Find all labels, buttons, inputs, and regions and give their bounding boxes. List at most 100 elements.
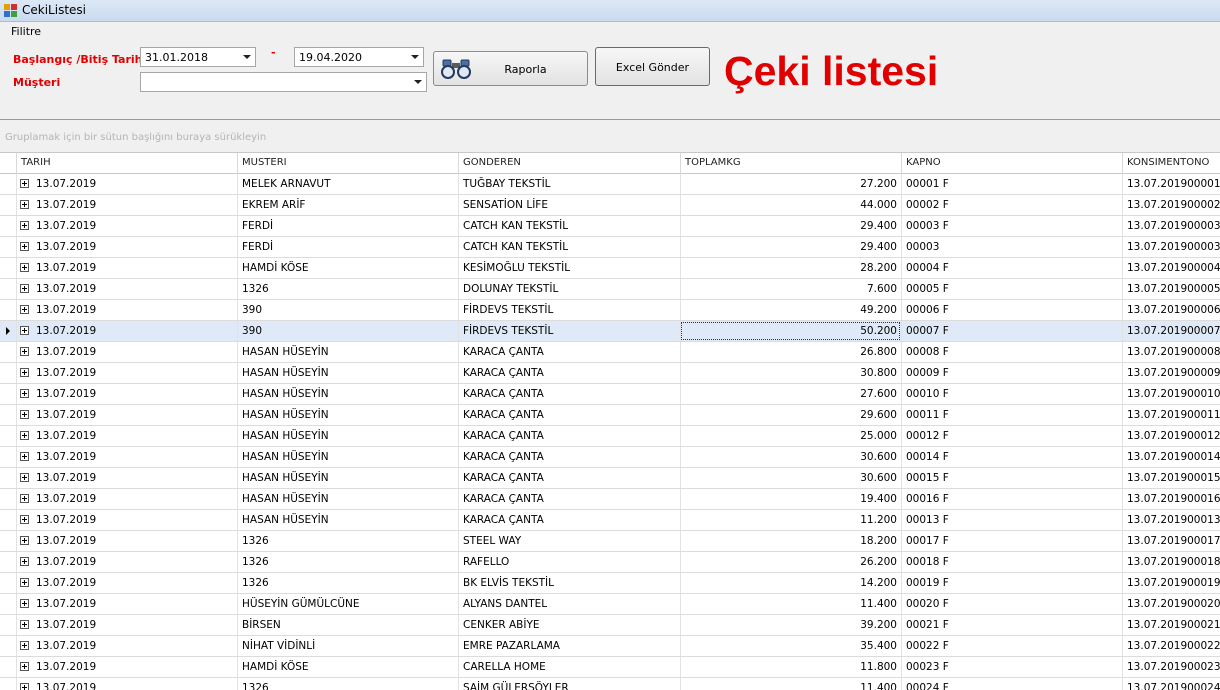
expand-plus-icon[interactable] <box>20 368 29 377</box>
cell-tarih[interactable]: 13.07.2019 <box>16 573 237 593</box>
cell-gonderen[interactable]: FİRDEVS TEKSTİL <box>458 300 680 320</box>
cell-gonderen[interactable]: CARELLA HOME <box>458 657 680 677</box>
row-indicator[interactable] <box>0 678 16 690</box>
row-indicator[interactable] <box>0 447 16 467</box>
expand-plus-icon[interactable] <box>20 410 29 419</box>
expand-plus-icon[interactable] <box>20 242 29 251</box>
row-indicator[interactable] <box>0 489 16 509</box>
expand-plus-icon[interactable] <box>20 431 29 440</box>
chevron-down-icon[interactable] <box>243 55 251 59</box>
cell-musteri[interactable]: MELEK ARNAVUT <box>237 174 458 194</box>
cell-tarih[interactable]: 13.07.2019 <box>16 237 237 257</box>
row-indicator[interactable] <box>0 405 16 425</box>
cell-toplamkg[interactable]: 30.600 <box>680 468 901 488</box>
cell-toplamkg[interactable]: 29.400 <box>680 237 901 257</box>
expand-plus-icon[interactable] <box>20 494 29 503</box>
table-row[interactable]: 13.07.2019 HASAN HÜSEYİN KARACA ÇANTA 25.00… <box>0 426 1220 447</box>
cell-gonderen[interactable]: KARACA ÇANTA <box>458 510 680 530</box>
expand-plus-icon[interactable] <box>20 326 29 335</box>
expand-plus-icon[interactable] <box>20 620 29 629</box>
row-indicator[interactable] <box>0 531 16 551</box>
cell-kapno[interactable]: 00010 F <box>901 384 1122 404</box>
cell-gonderen[interactable]: CATCH KAN TEKSTİL <box>458 237 680 257</box>
cell-tarih[interactable]: 13.07.2019 <box>16 258 237 278</box>
table-row[interactable]: 13.07.2019 FERDİ CATCH KAN TEKSTİL 29.400 00… <box>0 216 1220 237</box>
cell-musteri[interactable]: 1326 <box>237 573 458 593</box>
cell-konsimentono[interactable]: 13.07.201900010 <box>1122 384 1220 404</box>
cell-toplamkg[interactable]: 49.200 <box>680 300 901 320</box>
cell-toplamkg[interactable]: 35.400 <box>680 636 901 656</box>
column-header-gonderen[interactable]: GONDEREN <box>458 153 680 174</box>
table-row[interactable]: 13.07.2019 HASAN HÜSEYİN KARACA ÇANTA 30.60… <box>0 468 1220 489</box>
cell-toplamkg[interactable]: 27.200 <box>680 174 901 194</box>
cell-gonderen[interactable]: KARACA ÇANTA <box>458 489 680 509</box>
row-indicator[interactable] <box>0 636 16 656</box>
cell-gonderen[interactable]: TUĞBAY TEKSTİL <box>458 174 680 194</box>
cell-konsimentono[interactable]: 13.07.201900017 <box>1122 531 1220 551</box>
cell-musteri[interactable]: HASAN HÜSEYİN <box>237 426 458 446</box>
cell-kapno[interactable]: 00003 <box>901 237 1122 257</box>
cell-musteri[interactable]: 1326 <box>237 678 458 690</box>
table-row[interactable]: 13.07.2019 HASAN HÜSEYİN KARACA ÇANTA 19.40… <box>0 489 1220 510</box>
cell-kapno[interactable]: 00024 F <box>901 678 1122 690</box>
cell-tarih[interactable]: 13.07.2019 <box>16 636 237 656</box>
cell-tarih[interactable]: 13.07.2019 <box>16 426 237 446</box>
row-indicator[interactable] <box>0 468 16 488</box>
table-row[interactable]: 13.07.2019 HAMDİ KÖSE KESİMOĞLU TEKSTİL 28.… <box>0 258 1220 279</box>
cell-kapno[interactable]: 00017 F <box>901 531 1122 551</box>
cell-konsimentono[interactable]: 13.07.201900022 <box>1122 636 1220 656</box>
table-row[interactable]: 13.07.2019 HASAN HÜSEYİN KARACA ÇANTA 30.80… <box>0 363 1220 384</box>
cell-gonderen[interactable]: ALYANS DANTEL <box>458 594 680 614</box>
cell-toplamkg[interactable]: 7.600 <box>680 279 901 299</box>
expand-plus-icon[interactable] <box>20 578 29 587</box>
cell-musteri[interactable]: 1326 <box>237 279 458 299</box>
cell-kapno[interactable]: 00008 F <box>901 342 1122 362</box>
cell-tarih[interactable]: 13.07.2019 <box>16 405 237 425</box>
cell-musteri[interactable]: FERDİ <box>237 216 458 236</box>
table-row[interactable]: 13.07.2019 390 FİRDEVS TEKSTİL 49.200 00006 … <box>0 300 1220 321</box>
cell-kapno[interactable]: 00002 F <box>901 195 1122 215</box>
customer-select[interactable] <box>140 72 427 92</box>
cell-tarih[interactable]: 13.07.2019 <box>16 363 237 383</box>
table-row[interactable]: 13.07.2019 HASAN HÜSEYİN KARACA ÇANTA 11.20… <box>0 510 1220 531</box>
cell-konsimentono[interactable]: 13.07.201900016 <box>1122 489 1220 509</box>
table-row[interactable]: 13.07.2019 1326 SAİM GÜLERSÖYLER 11.400 0002… <box>0 678 1220 690</box>
cell-konsimentono[interactable]: 13.07.201900011 <box>1122 405 1220 425</box>
cell-tarih[interactable]: 13.07.2019 <box>16 489 237 509</box>
row-indicator[interactable] <box>0 594 16 614</box>
table-row[interactable]: 13.07.2019 BİRSEN CENKER ABİYE 39.200 00021 … <box>0 615 1220 636</box>
cell-gonderen[interactable]: STEEL WAY <box>458 531 680 551</box>
cell-tarih[interactable]: 13.07.2019 <box>16 510 237 530</box>
cell-tarih[interactable]: 13.07.2019 <box>16 657 237 677</box>
table-row[interactable]: 13.07.2019 1326 RAFELLO 26.200 00018 F 13.07.… <box>0 552 1220 573</box>
row-indicator[interactable] <box>0 657 16 677</box>
cell-toplamkg[interactable]: 11.200 <box>680 510 901 530</box>
row-indicator[interactable] <box>0 279 16 299</box>
expand-plus-icon[interactable] <box>20 683 29 690</box>
expand-plus-icon[interactable] <box>20 515 29 524</box>
cell-gonderen[interactable]: KARACA ÇANTA <box>458 384 680 404</box>
menu-filitre[interactable]: Filitre <box>11 25 41 38</box>
cell-kapno[interactable]: 00014 F <box>901 447 1122 467</box>
row-indicator[interactable] <box>0 300 16 320</box>
cell-kapno[interactable]: 00013 F <box>901 510 1122 530</box>
row-indicator[interactable] <box>0 384 16 404</box>
cell-konsimentono[interactable]: 13.07.201900003 <box>1122 237 1220 257</box>
cell-toplamkg[interactable]: 29.400 <box>680 216 901 236</box>
cell-toplamkg[interactable]: 11.800 <box>680 657 901 677</box>
expand-plus-icon[interactable] <box>20 221 29 230</box>
cell-konsimentono[interactable]: 13.07.201900004 <box>1122 258 1220 278</box>
table-row[interactable]: 13.07.2019 1326 BK ELVİS TEKSTİL 14.200 0001… <box>0 573 1220 594</box>
table-row[interactable]: 13.07.2019 1326 STEEL WAY 18.200 00017 F 13.0… <box>0 531 1220 552</box>
cell-kapno[interactable]: 00011 F <box>901 405 1122 425</box>
cell-konsimentono[interactable]: 13.07.201900024 <box>1122 678 1220 690</box>
cell-tarih[interactable]: 13.07.2019 <box>16 384 237 404</box>
cell-toplamkg[interactable]: 30.800 <box>680 363 901 383</box>
cell-gonderen[interactable]: KARACA ÇANTA <box>458 426 680 446</box>
expand-plus-icon[interactable] <box>20 599 29 608</box>
cell-kapno[interactable]: 00005 F <box>901 279 1122 299</box>
cell-toplamkg[interactable]: 30.600 <box>680 447 901 467</box>
cell-gonderen[interactable]: KARACA ÇANTA <box>458 447 680 467</box>
row-indicator[interactable] <box>0 321 16 341</box>
cell-gonderen[interactable]: CATCH KAN TEKSTİL <box>458 216 680 236</box>
